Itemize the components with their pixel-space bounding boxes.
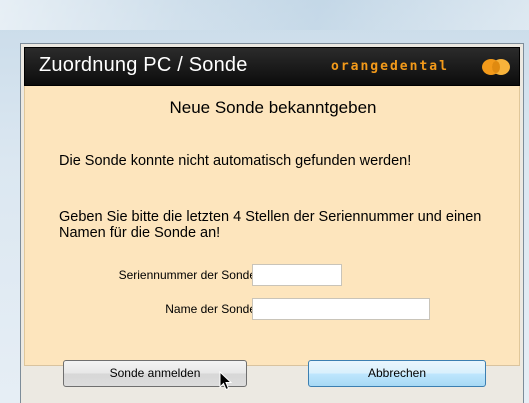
mouse-cursor-icon [219, 371, 233, 391]
dialog-window: Zuordnung PC / Sonde orangedental Neue S… [20, 43, 524, 403]
probe-name-field[interactable] [252, 298, 430, 320]
cancel-button[interactable]: Abbrechen [308, 360, 486, 387]
orangedental-logo-icon [482, 59, 510, 75]
page-title: Neue Sonde bekanntgeben [169, 98, 377, 117]
dialog-header: Zuordnung PC / Sonde orangedental [24, 47, 520, 86]
brand-name: orangedental [331, 59, 449, 74]
dialog-title: Zuordnung PC / Sonde [39, 54, 248, 76]
not-found-message: Die Sonde konnte nicht automatisch gefun… [59, 153, 412, 169]
probe-name-label: Name der Sonde [165, 302, 256, 316]
dialog-content: Neue Sonde bekanntgeben Die Sonde konnte… [24, 86, 520, 366]
instructions-message: Geben Sie bitte die letzten 4 Stellen de… [59, 209, 482, 241]
serial-number-field[interactable] [252, 264, 342, 286]
serial-number-label: Seriennummer der Sonde [118, 268, 256, 282]
